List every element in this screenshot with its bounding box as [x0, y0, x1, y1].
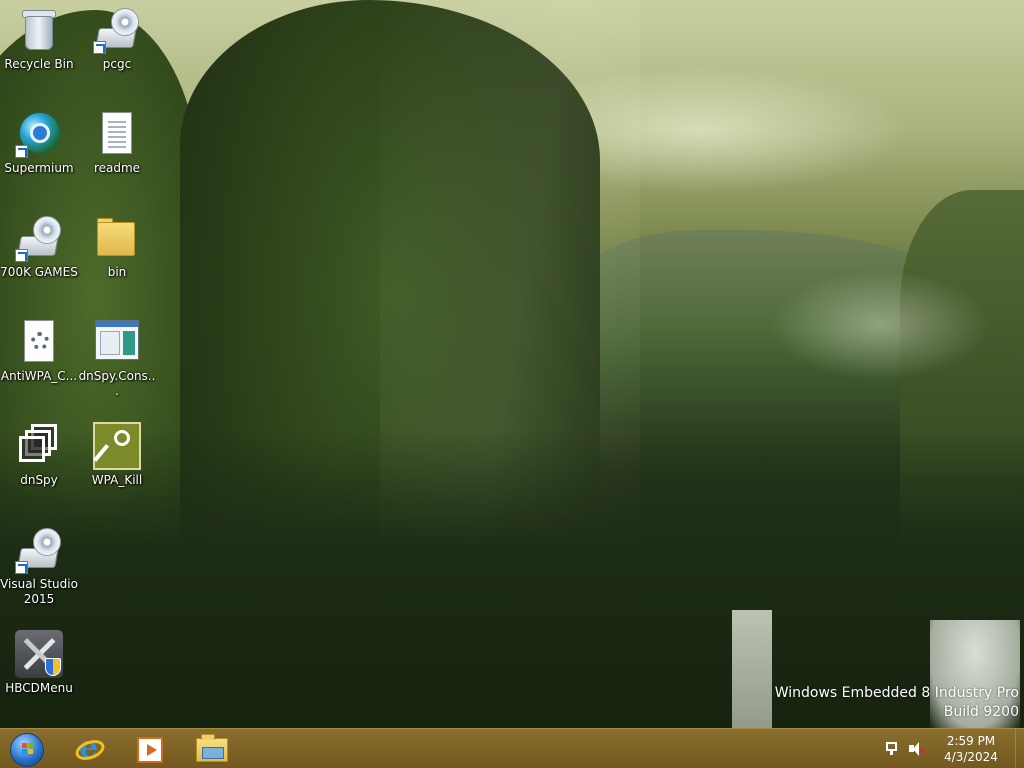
wallpaper-waterfall [732, 610, 772, 728]
folder-icon [196, 734, 228, 762]
clock[interactable]: 2:59 PM 4/3/2024 [936, 733, 1006, 765]
desktop-icon-wpa-kill[interactable]: WPA_Kill [78, 422, 156, 488]
supermium-browser-icon [15, 110, 63, 158]
clock-date: 4/3/2024 [944, 750, 998, 764]
cd-drive-icon [15, 526, 63, 574]
cd-drive-icon [15, 214, 63, 262]
desktop-icon-label: Recycle Bin [4, 57, 74, 71]
desktop-icon-pcgc[interactable]: pcgc [78, 6, 156, 72]
taskbar: e ✕ 2:59 PM 4/3/2024 [0, 728, 1024, 768]
settings-file-icon [15, 318, 63, 366]
windows-version-watermark: Windows Embedded 8 Industry Pro Build 92… [775, 684, 1019, 722]
desktop[interactable]: Recycle Bin pcgc Supermium readme 700K G… [0, 0, 1024, 728]
desktop-icon-label: Visual Studio 2015 [0, 577, 78, 606]
system-tray: ✕ 2:59 PM 4/3/2024 [884, 729, 1024, 768]
watermark-build: Build 9200 [943, 704, 1019, 720]
desktop-icon-label: pcgc [102, 57, 132, 71]
taskbar-file-explorer[interactable] [188, 730, 236, 768]
volume-muted-icon[interactable]: ✕ [908, 741, 926, 757]
desktop-icon-visual-studio-2015[interactable]: Visual Studio 2015 [0, 526, 78, 607]
show-desktop-button[interactable] [1015, 729, 1024, 768]
desktop-icon-label: WPA_Kill [91, 473, 143, 487]
desktop-icon-label: AntiWPA_C... [0, 369, 78, 383]
folder-icon [93, 214, 141, 262]
application-window-icon [93, 318, 141, 366]
key-icon [93, 422, 141, 470]
desktop-icon-700k-games[interactable]: 700K GAMES [0, 214, 78, 280]
recycle-bin-icon [15, 6, 63, 54]
text-document-icon [93, 110, 141, 158]
tools-icon [15, 630, 63, 678]
desktop-icon-supermium[interactable]: Supermium [0, 110, 78, 176]
desktop-icon-dnspy-console[interactable]: dnSpy.Cons... [78, 318, 156, 399]
desktop-icon-label: Supermium [4, 161, 74, 175]
taskbar-media-player[interactable] [126, 730, 174, 768]
desktop-icon-recycle-bin[interactable]: Recycle Bin [0, 6, 78, 72]
cd-drive-icon [93, 6, 141, 54]
desktop-icon-label: 700K GAMES [0, 265, 78, 279]
dnspy-icon [15, 422, 63, 470]
desktop-icon-bin[interactable]: bin [78, 214, 156, 280]
desktop-icon-label: HBCDMenu [5, 681, 73, 695]
wallpaper-mist [770, 270, 990, 380]
desktop-icon-label: dnSpy [20, 473, 58, 487]
clock-time: 2:59 PM [946, 734, 996, 748]
network-icon[interactable] [884, 741, 900, 757]
desktop-icon-label: readme [93, 161, 141, 175]
desktop-icon-dnspy[interactable]: dnSpy [0, 422, 78, 488]
ie-icon: e [72, 733, 108, 765]
watermark-edition: Windows Embedded 8 Industry Pro [774, 685, 1019, 701]
desktop-icon-label: dnSpy.Cons... [78, 369, 156, 398]
media-player-icon [137, 737, 163, 763]
windows-orb-icon [10, 733, 44, 767]
desktop-icon-label: bin [107, 265, 127, 279]
start-button[interactable] [3, 730, 51, 768]
desktop-icon-hbcdmenu[interactable]: HBCDMenu [0, 630, 78, 696]
desktop-icon-antiwpa[interactable]: AntiWPA_C... [0, 318, 78, 384]
taskbar-internet-explorer[interactable]: e [66, 730, 114, 768]
desktop-icon-readme[interactable]: readme [78, 110, 156, 176]
